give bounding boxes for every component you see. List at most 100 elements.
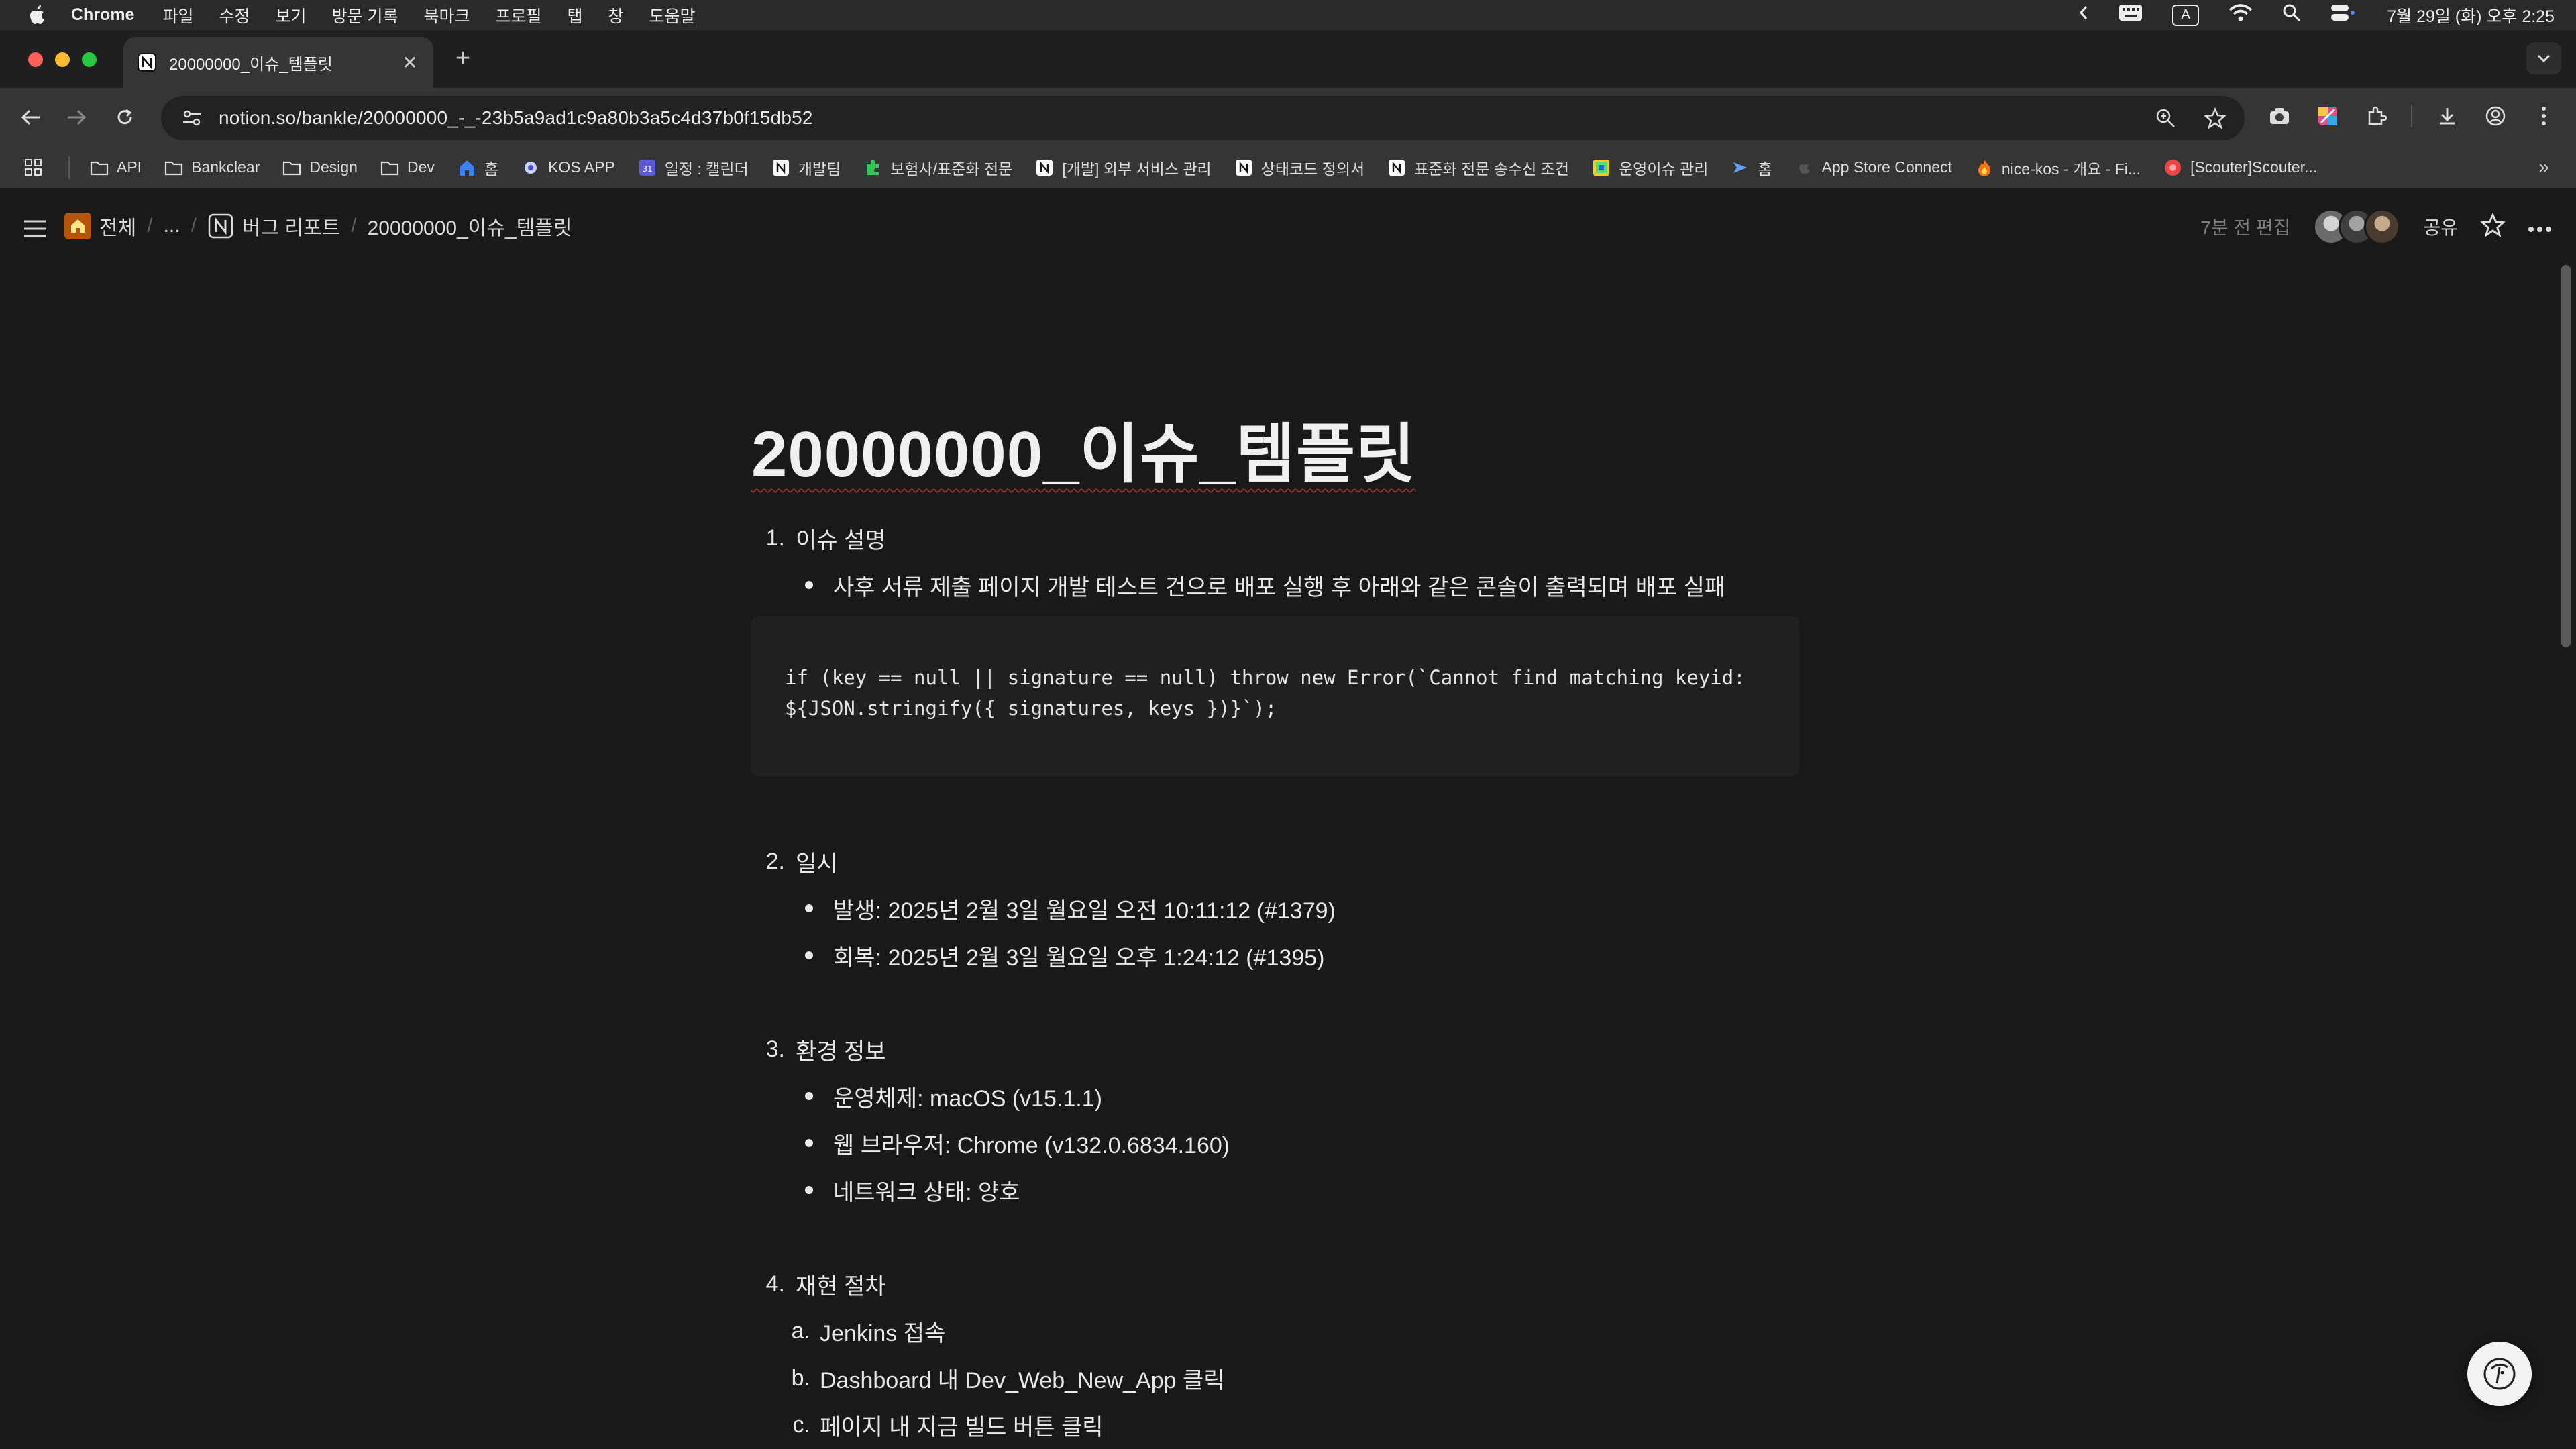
menubar-clock[interactable]: 7월 29일 (화) 오후 2:25 xyxy=(2387,3,2555,28)
camera-icon[interactable] xyxy=(2266,103,2293,129)
section-heading: 이슈 설명 xyxy=(796,527,886,553)
bookmark-external-services[interactable]: [개발] 외부 서비스 관리 xyxy=(1035,156,1212,179)
bookmark-dev[interactable]: Dev xyxy=(380,158,435,177)
wifi-icon[interactable] xyxy=(2229,3,2253,27)
menu-profiles[interactable]: 프로필 xyxy=(495,3,541,28)
reload-button[interactable] xyxy=(110,103,140,132)
window-close-button[interactable] xyxy=(28,52,43,67)
input-source-a-icon[interactable]: A xyxy=(2172,4,2200,26)
spotlight-search-icon[interactable] xyxy=(2282,3,2301,27)
breadcrumb-parent[interactable]: 버그 리포트 xyxy=(207,211,340,241)
bookmark-star-icon[interactable] xyxy=(2202,105,2229,131)
folder-icon xyxy=(90,158,109,177)
menu-file[interactable]: 파일 xyxy=(162,3,193,28)
profile-icon[interactable] xyxy=(2482,103,2509,129)
bullet-item[interactable]: 웹 브라우저: Chrome (v132.0.6834.160) xyxy=(751,1120,1798,1167)
bullet-item[interactable]: 발생: 2025년 2월 3일 월요일 오전 10:11:12 (#1379) xyxy=(751,885,1798,932)
last-edited-text[interactable]: 7분 전 편집 xyxy=(2200,213,2290,240)
chrome-menu-icon[interactable] xyxy=(2530,103,2557,129)
site-settings-icon[interactable] xyxy=(178,105,205,131)
bookmark-label: 개발팀 xyxy=(798,160,841,178)
bookmark-api[interactable]: API xyxy=(90,158,142,177)
bookmark-calendar[interactable]: 31 일정 : 캘린더 xyxy=(638,156,749,179)
menu-help[interactable]: 도움말 xyxy=(649,3,696,28)
back-button[interactable] xyxy=(16,103,46,132)
more-options-icon[interactable] xyxy=(2528,216,2552,237)
breadcrumb-separator: / xyxy=(351,215,357,237)
sub-numbered-item[interactable]: a. Jenkins 접속 xyxy=(751,1307,1798,1354)
bookmark-kos-app[interactable]: KOS APP xyxy=(521,158,615,177)
bookmark-design[interactable]: Design xyxy=(282,158,358,177)
bullet-item[interactable]: 사후 서류 제출 페이지 개발 테스트 건으로 배포 실행 후 아래와 같은 콘… xyxy=(751,561,1798,608)
address-bar[interactable]: notion.so/bankle/20000000_-_-23b5a9ad1c9… xyxy=(161,96,2245,140)
bookmark-label: 보험사/표준화 전문 xyxy=(890,160,1013,178)
bookmark-ops-issues[interactable]: 운영이슈 관리 xyxy=(1592,156,1708,179)
notion-icon xyxy=(1234,158,1253,177)
notion-ai-help-button[interactable] xyxy=(2467,1342,2532,1406)
bookmark-bankclear[interactable]: Bankclear xyxy=(164,158,260,177)
menu-bookmarks[interactable]: 북마크 xyxy=(423,3,470,28)
avatar[interactable] xyxy=(2364,209,2401,245)
collaborator-avatars[interactable] xyxy=(2313,209,2401,245)
zoom-icon[interactable] xyxy=(2152,105,2179,131)
home-icon xyxy=(458,158,476,177)
bookmark-nice-kos[interactable]: nice-kos - 개요 - Fi... xyxy=(1975,156,2141,179)
window-zoom-button[interactable] xyxy=(82,52,97,67)
url-text[interactable]: notion.so/bankle/20000000_-_-23b5a9ad1c9… xyxy=(219,107,813,129)
favorite-star-icon[interactable] xyxy=(2479,212,2506,241)
bookmark-dev-team[interactable]: 개발팀 xyxy=(771,156,841,179)
bullet-dot xyxy=(805,951,813,960)
code-block[interactable]: if (key == null || signature == null) th… xyxy=(751,616,1799,777)
bookmark-insurance[interactable]: 보험사/표준화 전문 xyxy=(863,156,1012,179)
forward-button[interactable] xyxy=(62,103,91,132)
breadcrumb-workspace[interactable]: 전체 xyxy=(64,211,136,241)
new-tab-button[interactable]: + xyxy=(449,44,476,72)
page-scrollbar-thumb[interactable] xyxy=(2561,265,2571,647)
numbered-item[interactable]: 2. 일시 xyxy=(751,838,1798,885)
menu-view[interactable]: 보기 xyxy=(276,3,307,28)
numbered-item[interactable]: 3. 환경 정보 xyxy=(751,1026,1798,1073)
bookmark-standard-spec[interactable]: 표준화 전문 송수신 조건 xyxy=(1387,156,1569,179)
bullet-item[interactable]: 회복: 2025년 2월 3일 월요일 오후 1:24:12 (#1395) xyxy=(751,932,1798,979)
breadcrumb-ellipsis[interactable]: ... xyxy=(164,215,180,237)
sub-numbered-item[interactable]: c. 페이지 내 지금 빌드 버튼 클릭 xyxy=(751,1401,1798,1448)
active-tab[interactable]: 20000000_이슈_템플릿 ✕ xyxy=(123,37,433,88)
numbered-item[interactable]: 4. 재현 절차 xyxy=(751,1260,1798,1307)
bookmark-label: 홈 xyxy=(484,160,499,178)
bullet-item[interactable]: 네트워크 상태: 양호 xyxy=(751,1167,1798,1214)
window-minimize-button[interactable] xyxy=(55,52,70,67)
bullet-item[interactable]: 운영체제: macOS (v15.1.1) xyxy=(751,1073,1798,1120)
menu-window[interactable]: 창 xyxy=(608,3,624,28)
download-icon[interactable] xyxy=(2434,103,2461,129)
menu-edit[interactable]: 수정 xyxy=(219,3,250,28)
apps-grid-icon[interactable] xyxy=(24,158,43,177)
notion-ai-face-icon xyxy=(2483,1358,2516,1390)
bookmark-home[interactable]: 홈 xyxy=(458,156,498,179)
tab-search-button[interactable] xyxy=(2526,42,2561,74)
menu-tab[interactable]: 탭 xyxy=(568,3,583,28)
menu-app-chrome[interactable]: Chrome xyxy=(71,5,134,25)
bookmark-status-codes[interactable]: 상태코드 정의서 xyxy=(1234,156,1364,179)
section-heading: 환경 정보 xyxy=(796,1038,886,1065)
breadcrumb-current[interactable]: 20000000_이슈_템플릿 xyxy=(368,211,572,241)
menu-history[interactable]: 방문 기록 xyxy=(332,3,398,28)
bullet-dot xyxy=(805,1092,813,1101)
chevron-left-icon[interactable] xyxy=(2078,5,2089,25)
bookmarks-overflow-icon[interactable]: » xyxy=(2538,156,2549,178)
sub-numbered-item[interactable]: b. Dashboard 내 Dev_Web_New_App 클릭 xyxy=(751,1354,1798,1401)
bookmark-app-store-connect[interactable]: App Store Connect xyxy=(1795,158,1952,177)
extensions-puzzle-icon[interactable] xyxy=(2363,103,2390,129)
arrow-left-icon xyxy=(21,109,40,125)
arrow-right-icon xyxy=(68,109,87,125)
page-title[interactable]: 20000000_이슈_템플릿 xyxy=(751,416,1798,493)
bookmark-scouter[interactable]: [Scouter]Scouter... xyxy=(2163,158,2317,177)
apple-menu-icon[interactable] xyxy=(24,2,51,29)
share-button[interactable]: 공유 xyxy=(2423,213,2458,240)
color-extension-icon[interactable] xyxy=(2314,103,2341,129)
sidebar-toggle-icon[interactable] xyxy=(20,214,50,244)
control-center-icon[interactable] xyxy=(2330,3,2357,27)
tab-close-icon[interactable]: ✕ xyxy=(400,52,420,73)
bookmark-home-2[interactable]: 홈 xyxy=(1731,156,1772,179)
numbered-item[interactable]: 1. 이슈 설명 xyxy=(751,515,1798,561)
keyboard-icon[interactable] xyxy=(2118,4,2143,26)
